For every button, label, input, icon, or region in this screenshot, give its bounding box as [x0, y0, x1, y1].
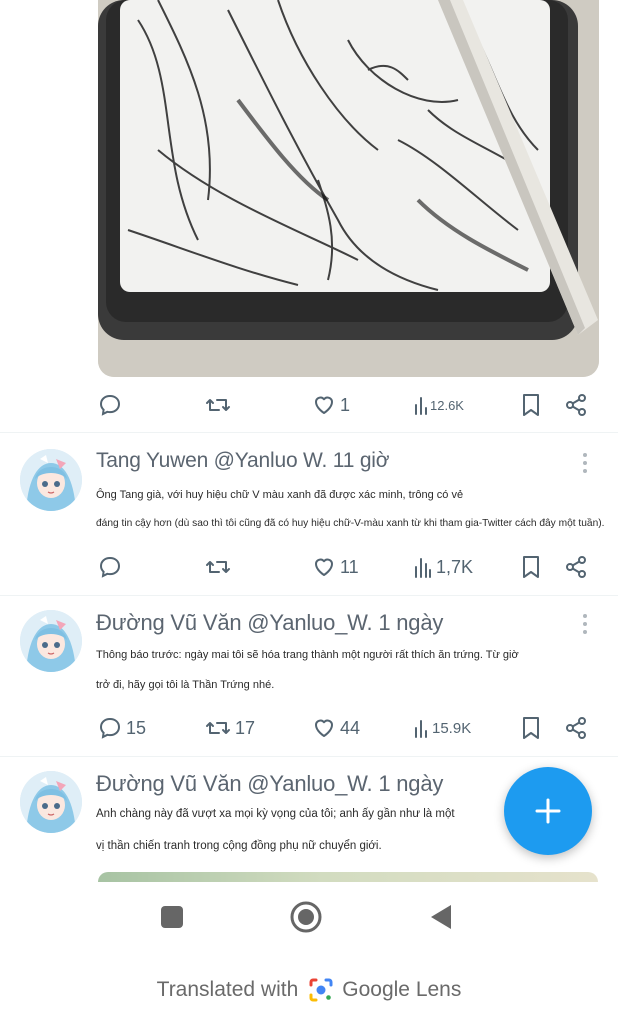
bookmark-icon: [523, 394, 539, 416]
nav-recents-button[interactable]: [155, 900, 189, 934]
share-icon: [566, 394, 586, 416]
reply-button[interactable]: 15: [98, 716, 146, 740]
views-button[interactable]: 1,7K: [414, 556, 473, 578]
reply-button[interactable]: [98, 555, 126, 579]
views-icon: [415, 397, 427, 415]
like-count: 1: [340, 394, 351, 415]
bookmark-button[interactable]: [520, 555, 542, 579]
retweet-icon: [206, 399, 230, 411]
reply-icon: [99, 556, 121, 578]
avatar[interactable]: [20, 449, 82, 511]
google-lens-watermark: Translated with Google Lens: [0, 968, 618, 1012]
like-button[interactable]: 11: [312, 555, 359, 579]
reply-button[interactable]: [98, 393, 126, 417]
bookmark-icon: [523, 556, 539, 578]
tweet-text-line: Anh chàng này đã vượt xa mọi kỳ vọng của…: [96, 808, 455, 820]
nav-back-icon: [431, 905, 451, 929]
views-icon: [415, 720, 427, 738]
share-icon: [566, 556, 586, 578]
reply-icon: [99, 394, 121, 416]
avatar[interactable]: [20, 771, 82, 833]
share-icon: [566, 717, 586, 739]
views-icon: [415, 558, 431, 578]
tweet-text-line: vị thần chiến tranh trong cộng đồng phụ …: [96, 840, 382, 852]
retweet-button[interactable]: 17: [205, 716, 255, 740]
retweet-icon: [206, 722, 230, 734]
views-count: 12.6K: [430, 397, 464, 413]
more-button[interactable]: [578, 612, 592, 636]
tweet-text-line: đáng tin cậy hơn (dù sao thì tôi cũng đã…: [96, 518, 605, 529]
tweet-header: Đường Vũ Văn @Yanluo_W. 1 ngày: [96, 610, 444, 635]
tweet-actions: 1 12.6K: [98, 390, 598, 420]
tweet-text-line: Thông báo trước: ngày mai tôi sẽ hóa tra…: [96, 649, 519, 661]
like-button[interactable]: 1: [312, 393, 350, 417]
tweet-header: Đường Vũ Văn @Yanluo_W. 1 ngày: [96, 771, 444, 796]
retweet-button[interactable]: [205, 555, 235, 579]
tweet-media-image[interactable]: [98, 0, 599, 377]
system-nav-bar: [0, 882, 618, 952]
like-count: 11: [340, 556, 359, 577]
lens-prefix: Translated with: [156, 978, 299, 1001]
like-icon: [315, 396, 333, 414]
retweet-button[interactable]: [205, 393, 235, 417]
bookmark-button[interactable]: [520, 716, 542, 740]
share-button[interactable]: [564, 393, 588, 417]
views-button[interactable]: 15.9K: [414, 718, 471, 738]
like-count: 44: [340, 717, 361, 738]
nav-home-icon: [290, 901, 322, 933]
views-button[interactable]: 12.6K: [414, 395, 464, 415]
compose-plus-icon: [535, 798, 561, 824]
tweet-text-line: Ông Tang già, với huy hiệu chữ V màu xan…: [96, 489, 464, 501]
retweet-count: 17: [235, 717, 256, 738]
lens-brand: Google Lens: [342, 978, 462, 1001]
tweet-actions: 11 1,7K: [98, 552, 598, 582]
compose-button[interactable]: [504, 767, 592, 855]
nav-home-button[interactable]: [289, 900, 323, 934]
tweet-actions: 15 17 44 15.9K: [98, 713, 598, 743]
nav-recents-icon: [161, 906, 183, 928]
share-button[interactable]: [564, 716, 588, 740]
tweet-header: Tang Yuwen @Yanluo W. 11 giờ: [96, 449, 390, 472]
google-lens-icon: [309, 978, 333, 1002]
bookmark-icon: [523, 717, 539, 739]
bookmark-button[interactable]: [520, 393, 542, 417]
nav-back-button[interactable]: [424, 900, 458, 934]
tweet-media-image[interactable]: [98, 872, 598, 882]
views-count: 15.9K: [432, 719, 472, 737]
reply-count: 15: [126, 717, 147, 738]
views-count: 1,7K: [436, 556, 474, 577]
more-icon: [583, 614, 587, 634]
like-icon: [315, 719, 333, 737]
like-icon: [315, 558, 333, 576]
retweet-icon: [206, 561, 230, 573]
tweet-text-line: trở đi, hãy gọi tôi là Thần Trứng nhé.: [96, 679, 275, 691]
more-button[interactable]: [578, 451, 592, 475]
reply-icon: [99, 717, 121, 739]
avatar[interactable]: [20, 610, 82, 672]
like-button[interactable]: 44: [312, 716, 360, 740]
more-icon: [583, 453, 587, 473]
share-button[interactable]: [564, 555, 588, 579]
